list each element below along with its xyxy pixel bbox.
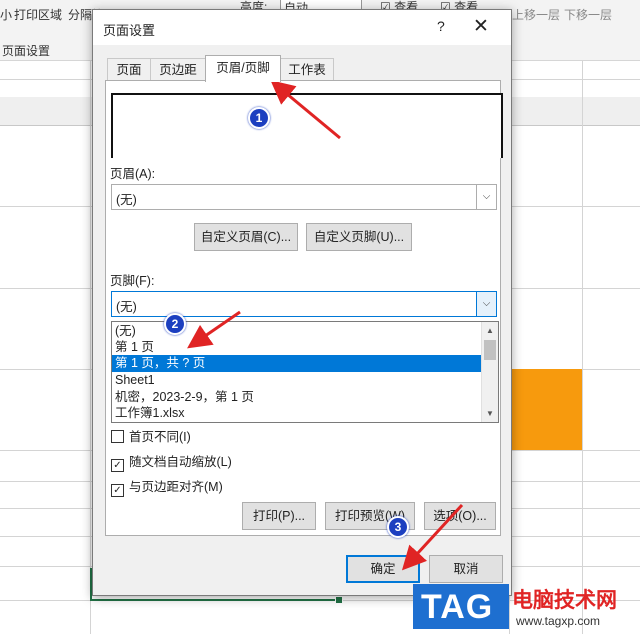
watermark-site-name: 电脑技术网	[512, 589, 617, 612]
step-badge-1: 1	[248, 107, 270, 129]
arrow-1	[270, 80, 341, 140]
step-badge-3: 3	[387, 516, 409, 538]
arrow-2	[187, 310, 241, 349]
watermark-logo: TAG	[413, 584, 509, 629]
watermark-logo-text: TAG	[421, 588, 494, 626]
step-badge-2: 2	[164, 313, 186, 335]
tab-header-footer[interactable]: 页眉/页脚	[205, 55, 281, 82]
watermark-url: www.tagxp.com	[516, 614, 601, 628]
annotation-arrows	[187, 80, 464, 571]
arrow-3	[401, 503, 464, 571]
